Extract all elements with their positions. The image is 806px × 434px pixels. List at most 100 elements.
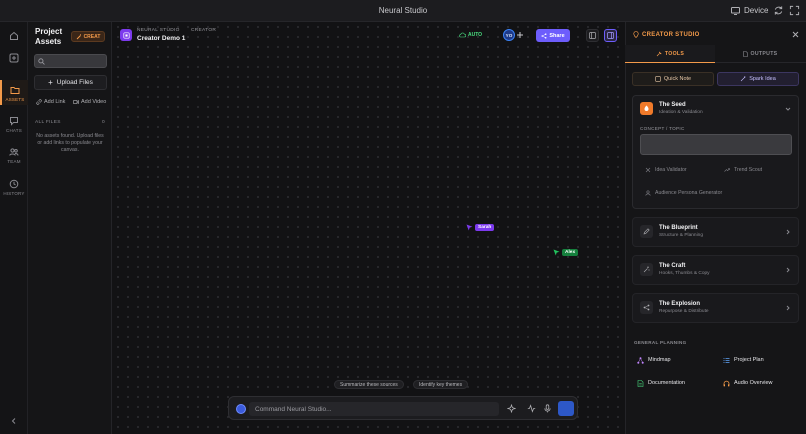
tool-idea-validator[interactable]: Idea Validator [645, 167, 687, 173]
cursor-name-alex: Alex [562, 249, 579, 256]
home-icon [10, 31, 18, 40]
panel-right-icon [607, 32, 614, 39]
panel-title: CREATOR STUDIO [642, 31, 700, 38]
chat-icon [10, 117, 18, 126]
spark-idea-button[interactable]: Spark Idea [717, 72, 799, 86]
chevron-down-icon[interactable] [785, 106, 791, 112]
tab-outputs-label: OUTPUTS [750, 51, 778, 57]
stage-card-explosion[interactable] [632, 293, 799, 323]
send-button[interactable] [558, 401, 574, 416]
assets-search-input[interactable] [34, 54, 107, 68]
auto-save-label: AUTO [468, 32, 483, 38]
upload-files-button[interactable]: + Upload Files [34, 75, 107, 90]
plus-icon: + [48, 77, 53, 87]
project-plan-button[interactable]: Project Plan [723, 353, 764, 367]
create-label: CREAT [83, 33, 101, 40]
rail-team-label: TEAM [7, 159, 21, 164]
share-nodes-icon [640, 301, 653, 314]
monitor-icon [731, 6, 740, 15]
rail-history[interactable]: HISTORY [0, 179, 28, 196]
chevron-right-icon [786, 267, 790, 273]
seed-stage-icon [640, 102, 653, 115]
quick-note-button[interactable]: Quick Note [632, 72, 714, 86]
documentation-button[interactable]: Documentation [637, 376, 685, 390]
tab-outputs[interactable]: OUTPUTS [715, 45, 805, 63]
note-icon [655, 76, 661, 82]
command-input[interactable]: Command Neural Studio... [249, 402, 499, 416]
file-text-icon [637, 379, 644, 387]
headphones-icon [723, 380, 730, 386]
fullscreen-icon[interactable] [789, 5, 800, 16]
sparkle-icon[interactable] [507, 404, 516, 413]
audio-overview-button[interactable]: Audio Overview [723, 376, 773, 390]
stage-title: The Craft [659, 263, 686, 269]
tab-tools[interactable]: TOOLS [625, 45, 715, 63]
toggle-right-panel-button[interactable] [604, 29, 617, 42]
tab-tools-label: TOOLS [664, 50, 685, 57]
trending-up-icon [724, 168, 730, 172]
video-icon [73, 100, 79, 104]
history-icon [9, 179, 19, 189]
close-icon[interactable] [792, 31, 799, 38]
rail-team[interactable]: TEAM [0, 147, 28, 164]
rail-home[interactable] [0, 31, 28, 43]
wrench-icon [656, 50, 662, 56]
stage-card-blueprint[interactable] [632, 217, 799, 247]
cloud-icon [459, 32, 466, 38]
user-avatar[interactable]: YO [503, 29, 515, 41]
canvas-area[interactable] [113, 22, 624, 434]
brand-label: NEURAL STUDIO [137, 28, 180, 33]
panel-tabs: TOOLS OUTPUTS [625, 45, 806, 63]
collaborator-cursor-alex: Alex [553, 249, 579, 256]
rail-chats[interactable]: CHATS [0, 116, 28, 133]
folder-icon [10, 87, 20, 94]
all-files-label: ALL FILES [35, 120, 61, 125]
spark-icon [740, 76, 746, 82]
suggestion-chip[interactable]: Identify key themes [413, 380, 469, 389]
activity-icon[interactable] [527, 404, 536, 413]
add-collaborator-icon[interactable] [516, 31, 524, 39]
panel-header: CREATOR STUDIO [633, 31, 700, 38]
mindmap-icon [637, 356, 644, 364]
create-button[interactable]: CREAT [71, 31, 105, 42]
stage-title: The Blueprint [659, 225, 698, 231]
spark-idea-label: Spark Idea [749, 76, 776, 82]
chevron-right-icon [786, 305, 790, 311]
tool-trend-scout[interactable]: Trend Scout [724, 167, 762, 173]
rail-new[interactable] [0, 53, 28, 65]
stage-subtitle: Structure & Planning [659, 233, 703, 238]
target-icon [645, 167, 651, 173]
rail-assets-label: ASSETS [5, 97, 25, 102]
pointer-icon [553, 249, 560, 256]
empty-assets-message: No assets found. Upload files or add lin… [36, 133, 104, 153]
toggle-left-panel-button[interactable] [586, 29, 599, 42]
tool-audience-persona-generator[interactable]: Audience Persona Generator [645, 190, 722, 196]
stage-card-craft[interactable] [632, 255, 799, 285]
stage-title: The Explosion [659, 301, 701, 307]
wand-icon [76, 33, 81, 39]
collapse-sidebar-icon[interactable] [10, 417, 18, 425]
add-square-icon [9, 53, 19, 63]
window-title: Neural Studio [378, 6, 428, 15]
pointer-icon [466, 224, 473, 231]
stage-title[interactable]: The Seed [659, 102, 686, 108]
suggestion-chip[interactable]: Summarize these sources [334, 380, 404, 389]
quick-note-label: Quick Note [663, 76, 692, 82]
add-link-button[interactable]: Add Link [36, 97, 65, 107]
auto-save-status[interactable]: AUTO [459, 32, 482, 38]
panel-left-icon [589, 32, 596, 39]
magic-icon [640, 263, 653, 276]
device-toggle[interactable]: Device [731, 6, 768, 15]
mindmap-button[interactable]: Mindmap [637, 353, 671, 367]
command-bar: Command Neural Studio... [228, 396, 578, 420]
stage-subtitle: Ideation & Validation [659, 110, 703, 115]
share-button[interactable]: Share [536, 29, 570, 42]
microphone-icon[interactable] [543, 404, 552, 413]
add-video-button[interactable]: Add Video [73, 97, 106, 107]
rail-chats-label: CHATS [6, 128, 22, 133]
search-icon [38, 58, 45, 65]
rail-assets[interactable]: ASSETS [0, 80, 28, 105]
concept-topic-input[interactable] [640, 134, 792, 155]
refresh-icon[interactable] [773, 5, 784, 16]
project-name[interactable]: Creator Demo 1 [137, 35, 185, 42]
